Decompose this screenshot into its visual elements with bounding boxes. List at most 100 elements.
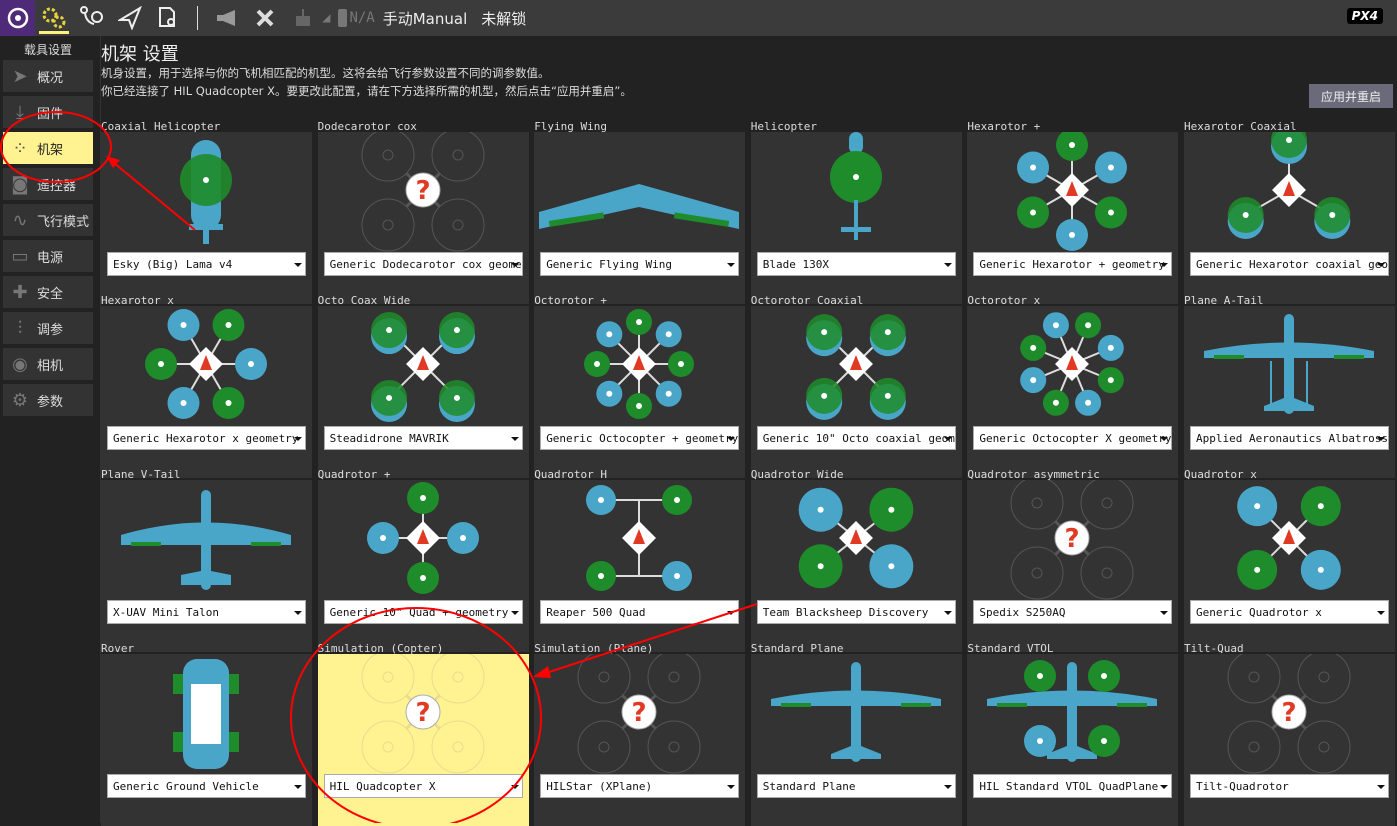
sidebar-item-8[interactable]: ◉ 相机 — [3, 348, 93, 380]
airframe-quadrotor-[interactable]: Quadrotor + Generic 10" Quad + geometry — [317, 468, 529, 652]
sidebar-item-5[interactable]: ▭ 电源 — [3, 240, 93, 272]
airframe-quadrotor-h[interactable]: Quadrotor H Reaper 500 Quad — [534, 468, 746, 652]
airframe-plane-a-tail[interactable]: Plane A-Tail Applied Aeronautics Albatro… — [1184, 294, 1395, 478]
airframe-card[interactable]: ? Tilt-Quadrotor — [1184, 654, 1395, 826]
airframe-card[interactable]: Generic Quadrotor x — [1184, 480, 1395, 652]
sidebar-item-9[interactable]: ⚙ 参数 — [3, 384, 93, 416]
sidebar-item-0[interactable]: ➤ 概况 — [3, 60, 93, 92]
airframe-model-select[interactable]: Tilt-Quadrotor — [1190, 774, 1389, 798]
airframe-model-select[interactable]: HILStar (XPlane) — [540, 774, 740, 798]
airframe-card[interactable]: Generic Ground Vehicle — [101, 654, 312, 826]
svg-text:?: ? — [415, 176, 430, 206]
airframe-heli-icon — [829, 132, 882, 240]
airframe-octorotor-coaxial[interactable]: Octorotor Coaxial Generic 10" Octo coaxi… — [750, 294, 962, 478]
flight-mode[interactable]: 手动Manual — [383, 8, 468, 29]
airframe-model-select[interactable]: Reaper 500 Quad — [540, 600, 740, 624]
sidebar-item-4[interactable]: ∿ 飞行模式 — [3, 204, 93, 236]
airframe-card[interactable]: Applied Aeronautics Albatross — [1184, 306, 1395, 478]
sidebar-item-2[interactable]: ⁘ 机架 — [3, 132, 93, 164]
airframe-helicopter[interactable]: Helicopter Blade 130X — [750, 120, 962, 304]
airframe-model-select[interactable]: Spedix S250AQ — [973, 600, 1173, 624]
airframe-hexarotor-[interactable]: Hexarotor + Generic Hexarotor + geometry — [967, 120, 1179, 304]
airframe-octorotor-x[interactable]: Octorotor x Generic Octocopter X geometr… — [967, 294, 1179, 478]
airframe-card[interactable]: Generic Hexarotor coaxial geometry — [1184, 132, 1395, 304]
airframe-card[interactable]: Reaper 500 Quad — [534, 480, 746, 652]
sidebar-item-label: 概况 — [37, 70, 64, 86]
plan-route-icon[interactable] — [73, 0, 111, 36]
satellite-icon[interactable] — [246, 0, 284, 36]
apply-and-restart-button[interactable]: 应用并重启 — [1309, 84, 1393, 108]
airframe-tilt-quad[interactable]: Tilt-Quad ? Tilt-Quadrotor — [1184, 642, 1395, 826]
airframe-standard-vtol[interactable]: Standard VTOL HIL Standard VTOL QuadPlan… — [967, 642, 1179, 826]
airframe-card[interactable]: Steadidrone MAVRIK — [317, 306, 529, 478]
airframe-card[interactable]: Generic Octocopter X geometry — [967, 306, 1179, 478]
gear-icon[interactable] — [35, 0, 73, 36]
airframe-hexarotor-coaxial[interactable]: Hexarotor Coaxial Generic Hexarotor coax… — [1184, 120, 1395, 304]
airframe-quadrotor-asymmetric[interactable]: Quadrotor asymmetric ? Spedix S250AQ — [967, 468, 1179, 652]
airframe-hexarotor-x[interactable]: Hexarotor x Generic Hexarotor x geometry — [101, 294, 312, 478]
sidebar-item-3[interactable]: ◙ 遥控器 — [3, 168, 93, 200]
airframe-model-select[interactable]: Generic Octocopter X geometry — [973, 426, 1173, 450]
airframe-card[interactable]: ? Generic Dodecarotor cox geometry — [317, 132, 529, 304]
analyze-document-icon[interactable] — [149, 0, 187, 36]
airframe-model-select[interactable]: Steadidrone MAVRIK — [323, 426, 523, 450]
battery-icon[interactable] — [338, 9, 348, 27]
airframe-model-select[interactable]: Generic Dodecarotor cox geometry — [323, 252, 523, 276]
airframe-model-select[interactable]: Generic Hexarotor coaxial geometry — [1190, 252, 1389, 276]
airframe-rover[interactable]: Rover Generic Ground Vehicle — [101, 642, 312, 826]
gears-icon: ⚙ — [11, 389, 29, 411]
airframe-model-select[interactable]: Generic Hexarotor x geometry — [107, 426, 306, 450]
airframe-model-select[interactable]: Generic Quadrotor x — [1190, 600, 1389, 624]
airframe-model-select[interactable]: Standard Plane — [756, 774, 956, 798]
airframe-card[interactable]: ? HIL Quadcopter X — [317, 654, 529, 826]
airframe-model-select[interactable]: HIL Quadcopter X — [323, 774, 523, 798]
airframe-model-select[interactable]: Generic Octocopter + geometry — [540, 426, 740, 450]
airframe-coaxial-helicopter[interactable]: Coaxial Helicopter Esky (Big) Lama v4 — [101, 120, 312, 304]
qgc-logo-icon[interactable] — [0, 0, 35, 36]
airframe-card[interactable]: Generic Octocopter + geometry — [534, 306, 746, 478]
airframe-quadrotor-x[interactable]: Quadrotor x Generic Quadrotor x — [1184, 468, 1395, 652]
sidebar-item-1[interactable]: ⤓ 固件 — [3, 96, 93, 128]
airframe-model-select[interactable]: Generic 10" Quad + geometry — [323, 600, 523, 624]
airframe-card[interactable]: Generic Hexarotor + geometry — [967, 132, 1179, 304]
sidebar-item-7[interactable]: ⫶ 调参 — [3, 312, 93, 344]
airframe-simulation-copter-[interactable]: Simulation (Copter) ? HIL Quadcopter X — [317, 642, 529, 826]
airframe-model-select[interactable]: X-UAV Mini Talon — [107, 600, 306, 624]
airframe-card[interactable]: X-UAV Mini Talon — [101, 480, 312, 652]
description-line-1: 机身设置，用于选择与你的飞机相匹配的机型。这将会给飞行参数设置不同的调参数值。 — [101, 66, 550, 80]
airframe-card[interactable]: Generic 10" Octo coaxial geometry — [750, 306, 962, 478]
airframe-card[interactable]: ? Spedix S250AQ — [967, 480, 1179, 652]
airframe-card[interactable]: Generic 10" Quad + geometry — [317, 480, 529, 652]
arm-state[interactable]: 未解锁 — [481, 8, 526, 29]
airframe-card[interactable]: Blade 130X — [750, 132, 962, 304]
airframe-model-select[interactable]: Applied Aeronautics Albatross — [1190, 426, 1389, 450]
airframe-model-select[interactable]: Team Blacksheep Discovery — [756, 600, 956, 624]
airframe-model-select[interactable]: Blade 130X — [756, 252, 956, 276]
airframe-model-select[interactable]: Generic Hexarotor + geometry — [973, 252, 1173, 276]
airframe-quadrotor-wide[interactable]: Quadrotor Wide Team Blacksheep Discovery — [750, 468, 962, 652]
airframe-octo-coax-wide[interactable]: Octo Coax Wide Steadidrone MAVRIK — [317, 294, 529, 478]
airframe-plane-v-tail[interactable]: Plane V-Tail X-UAV Mini Talon — [101, 468, 312, 652]
megaphone-icon[interactable] — [208, 0, 246, 36]
airframe-model-select[interactable]: Generic Flying Wing — [540, 252, 740, 276]
airframe-card[interactable]: Standard Plane — [750, 654, 962, 826]
airframe-card[interactable]: ? HILStar (XPlane) — [534, 654, 746, 826]
airframe-model-select[interactable]: HIL Standard VTOL QuadPlane — [973, 774, 1173, 798]
airframe-card[interactable]: Generic Hexarotor x geometry — [101, 306, 312, 478]
airframe-octorotor-[interactable]: Octorotor + Generic Octocopter + geometr… — [534, 294, 746, 478]
rc-transmitter-icon[interactable] — [284, 0, 322, 36]
airframe-model-select[interactable]: Esky (Big) Lama v4 — [107, 252, 306, 276]
airframe-card[interactable]: Team Blacksheep Discovery — [750, 480, 962, 652]
sidebar-item-6[interactable]: ✚ 安全 — [3, 276, 93, 308]
airframe-dodecarotor-cox[interactable]: Dodecarotor cox ? Generic Dodecarotor co… — [317, 120, 529, 304]
airframe-standard-plane[interactable]: Standard Plane Standard Plane — [750, 642, 962, 826]
airframe-model-select[interactable]: Generic Ground Vehicle — [107, 774, 306, 798]
airframe-model-select[interactable]: Generic 10" Octo coaxial geometry — [756, 426, 956, 450]
fly-paper-plane-icon[interactable] — [111, 0, 149, 36]
airframe-card[interactable]: Generic Flying Wing — [534, 132, 746, 304]
battery-value[interactable]: N/A — [349, 10, 374, 26]
airframe-simulation-plane-[interactable]: Simulation (Plane) ? HILStar (XPlane) — [534, 642, 746, 826]
airframe-flying-wing[interactable]: Flying Wing Generic Flying Wing — [534, 120, 746, 304]
airframe-card[interactable]: HIL Standard VTOL QuadPlane — [967, 654, 1179, 826]
airframe-card[interactable]: Esky (Big) Lama v4 — [101, 132, 312, 304]
